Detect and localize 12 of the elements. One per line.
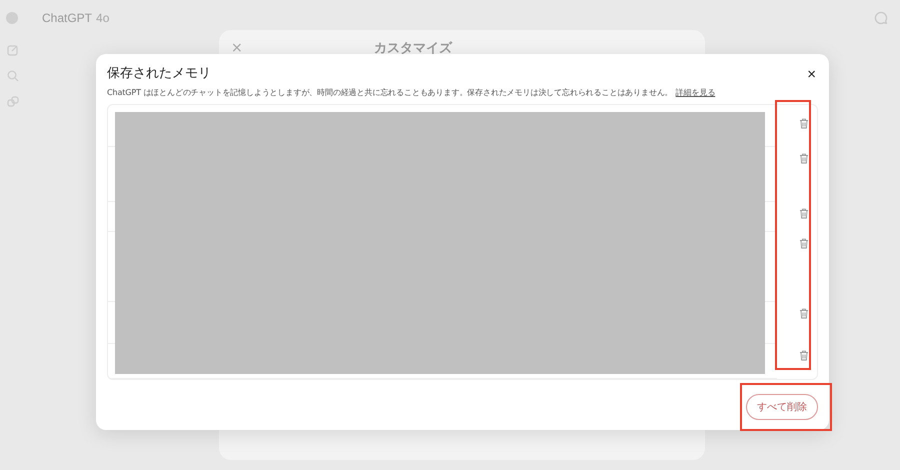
trash-icon[interactable] (799, 308, 809, 319)
trash-icon[interactable] (799, 118, 809, 129)
delete-all-button[interactable]: すべて削除 (746, 394, 818, 420)
trash-icon[interactable] (799, 238, 809, 249)
learn-more-link[interactable]: 詳細を見る (676, 88, 716, 97)
panel-title: カスタマイズ (374, 40, 452, 57)
trash-icon[interactable] (799, 350, 809, 361)
dialog-description: ChatGPT はほとんどのチャットを記憶しようとしますが、時間の経過と共に忘れることもあります。保存されたメモリは決して忘れられることはありません。 詳細を見る (107, 87, 716, 98)
close-button[interactable]: × (805, 66, 818, 83)
dialog-title: 保存されたメモリ (107, 64, 211, 82)
trash-icon[interactable] (799, 208, 809, 219)
trash-icon[interactable] (799, 153, 809, 164)
